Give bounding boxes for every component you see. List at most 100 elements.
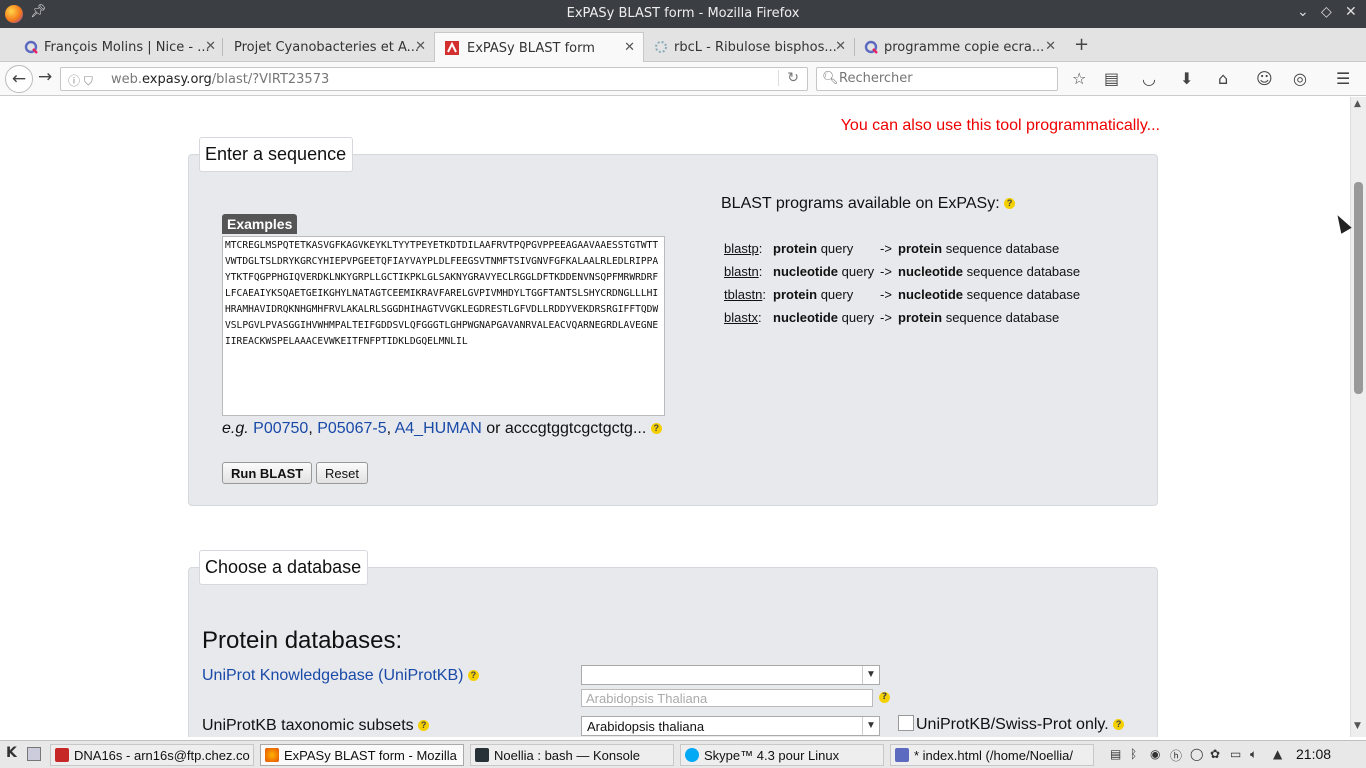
program-row-tblastn: tblastn: protein query -> nucleotide seq… — [724, 287, 1081, 302]
programs-title: BLAST programs available on ExPASy: ? — [721, 195, 1016, 213]
url-bar[interactable]: ⓘ ⛉ web.expasy.org/blast/?VIRT23573 ↻ — [60, 67, 808, 91]
filezilla-icon — [55, 748, 69, 762]
minimize-icon[interactable]: ⌄ — [1297, 4, 1309, 20]
taskbar-item-konsole[interactable]: Noellia : bash — Konsole — [470, 744, 674, 766]
uniprotkb-row: UniProt Knowledgebase (UniProtKB) ? — [202, 667, 479, 685]
help-icon[interactable]: ? — [879, 692, 890, 703]
chat-icon[interactable]: ☺ — [1256, 69, 1273, 88]
uniprotkb-select[interactable]: ▼ — [581, 665, 880, 685]
bluetooth-icon[interactable]: ᛒ — [1130, 747, 1137, 761]
reset-button[interactable]: Reset — [316, 462, 368, 484]
expasy-icon — [445, 41, 459, 55]
window-title: ExPASy BLAST form - Mozilla Firefox — [566, 6, 800, 21]
kde-menu-icon[interactable]: K — [6, 745, 17, 761]
search-input[interactable] — [839, 71, 1049, 86]
chevron-down-icon: ▼ — [862, 717, 879, 735]
uniprotkb-link[interactable]: UniProt Knowledgebase (UniProtKB) — [202, 667, 463, 684]
swissprot-only-option[interactable]: UniProtKB/Swiss-Prot only. ? — [898, 715, 1125, 734]
programmatic-link[interactable]: You can also use this tool programmatica… — [841, 117, 1160, 135]
program-link[interactable]: blastp — [724, 241, 759, 256]
show-desktop-icon[interactable] — [27, 747, 41, 761]
close-tab-icon[interactable]: ✕ — [835, 39, 846, 54]
chevron-down-icon: ▼ — [862, 666, 879, 684]
maximize-icon[interactable]: ◇ — [1321, 4, 1332, 20]
taskbar-item-editor[interactable]: * index.html (/home/Noellia/ — [890, 744, 1094, 766]
tab-1[interactable]: Projet Cyanobacteries et A... ✕ — [214, 32, 426, 62]
tray-expand-icon[interactable]: ▲ — [1273, 747, 1282, 761]
help-icon[interactable]: ? — [418, 720, 430, 732]
close-window-icon[interactable]: ✕ — [1345, 4, 1357, 20]
network-icon[interactable]: ◉ — [1150, 747, 1160, 761]
help-icon[interactable]: ? — [1113, 719, 1125, 731]
close-tab-icon[interactable]: ✕ — [624, 40, 635, 55]
site-info-icon[interactable]: ⓘ ⛉ — [68, 72, 93, 89]
tab-separator — [854, 38, 855, 56]
forward-icon[interactable]: → — [38, 67, 52, 87]
example-link-a4-human[interactable]: A4_HUMAN — [395, 420, 482, 437]
examples-button[interactable]: Examples — [222, 214, 298, 234]
taskbar-item-firefox[interactable]: ExPASy BLAST form - Mozilla — [260, 744, 464, 766]
new-tab-icon[interactable]: + — [1074, 34, 1089, 55]
editor-icon — [895, 748, 909, 762]
tab-strip: François Molins | Nice - ... ✕ Projet Cy… — [0, 28, 1366, 62]
tab-label: rbcL - Ribulose bisphos... — [674, 40, 837, 55]
tab-4[interactable]: programme copie ecra... ✕ — [864, 32, 1056, 62]
back-icon[interactable]: ← — [5, 65, 33, 93]
tab-2-active[interactable]: ExPASy BLAST form ✕ — [434, 32, 644, 62]
volume-icon[interactable]: 🔈︎ — [1250, 747, 1257, 762]
examples-line: e.g. P00750, P05067-5, A4_HUMAN or acccg… — [222, 420, 662, 438]
example-link-p00750[interactable]: P00750 — [253, 420, 308, 437]
program-link[interactable]: blastx — [724, 310, 758, 325]
navigation-toolbar: ← → ⓘ ⛉ web.expasy.org/blast/?VIRT23573 … — [0, 62, 1366, 96]
tab-label: François Molins | Nice - ... — [44, 40, 210, 55]
close-tab-icon[interactable]: ✕ — [415, 39, 426, 54]
sequence-input[interactable]: MTCREGLMSPQTETKASVGFKAGVKEYKLTYYTPEYETKD… — [222, 236, 665, 416]
skype-icon — [685, 748, 699, 762]
scroll-down-icon[interactable]: ▼ — [1354, 721, 1361, 731]
taxonomic-subsets-row: UniProtKB taxonomic subsets ? — [202, 717, 430, 735]
program-link[interactable]: tblastn — [724, 287, 762, 302]
menu-icon[interactable]: ☰ — [1336, 69, 1350, 88]
firefox-icon — [265, 748, 279, 762]
taxonomic-subsets-select[interactable]: Arabidopsis thaliana ▼ — [581, 716, 880, 736]
tab-label: ExPASy BLAST form — [467, 41, 595, 56]
clock[interactable]: 21:08 — [1296, 746, 1331, 762]
bookmark-star-icon[interactable]: ☆ — [1072, 69, 1086, 88]
tab-label: Projet Cyanobacteries et A... — [234, 40, 420, 55]
swissprot-checkbox[interactable] — [898, 715, 914, 731]
download-icon[interactable]: ⬇ — [1180, 69, 1193, 88]
tab-0[interactable]: François Molins | Nice - ... ✕ — [24, 32, 216, 62]
qwant-extension-icon[interactable]: ◎ — [1293, 69, 1307, 88]
protein-databases-title: Protein databases: — [202, 627, 403, 654]
help-icon[interactable]: ? — [650, 423, 662, 435]
pocket-icon[interactable]: ◡ — [1142, 69, 1156, 88]
database-section-title: Choose a database — [199, 550, 369, 585]
settings-icon[interactable]: ✿ — [1210, 747, 1220, 761]
run-blast-button[interactable]: Run BLAST — [222, 462, 313, 484]
vertical-scrollbar[interactable]: ▲ ▼ — [1350, 97, 1366, 737]
url-text[interactable]: web.expasy.org/blast/?VIRT23573 — [111, 72, 329, 87]
taskbar: K DNA16s - arn16s@ftp.chez.co ExPASy BLA… — [0, 740, 1366, 768]
loading-icon — [654, 40, 668, 54]
sync-icon[interactable]: ◯ — [1190, 747, 1203, 761]
help-icon[interactable]: ? — [1004, 198, 1016, 210]
hp-printer-icon[interactable]: ⓗ — [1170, 747, 1182, 764]
tab-label: programme copie ecra... — [884, 40, 1045, 55]
taskbar-item-skype[interactable]: Skype™ 4.3 pour Linux — [680, 744, 884, 766]
display-icon[interactable]: ▭ — [1230, 747, 1241, 761]
close-tab-icon[interactable]: ✕ — [1045, 39, 1056, 54]
example-link-p05067-5[interactable]: P05067-5 — [317, 420, 386, 437]
help-icon[interactable]: ? — [467, 670, 479, 682]
clipboard-icon[interactable]: ▤ — [1110, 747, 1121, 761]
taskbar-item-filezilla[interactable]: DNA16s - arn16s@ftp.chez.co — [50, 744, 254, 766]
search-bar[interactable]: 🔍︎ — [816, 67, 1058, 91]
home-icon[interactable]: ⌂ — [1218, 69, 1228, 88]
taxonomy-input[interactable]: Arabidopsis Thaliana — [581, 689, 873, 707]
reading-list-icon[interactable]: ▤ — [1104, 69, 1119, 88]
scrollbar-thumb[interactable] — [1354, 182, 1363, 394]
qwant-icon — [864, 40, 878, 54]
program-link[interactable]: blastn — [724, 264, 759, 279]
scroll-up-icon[interactable]: ▲ — [1354, 99, 1361, 109]
reload-icon[interactable]: ↻ — [778, 70, 799, 86]
tab-3[interactable]: rbcL - Ribulose bisphos... ✕ — [654, 32, 846, 62]
